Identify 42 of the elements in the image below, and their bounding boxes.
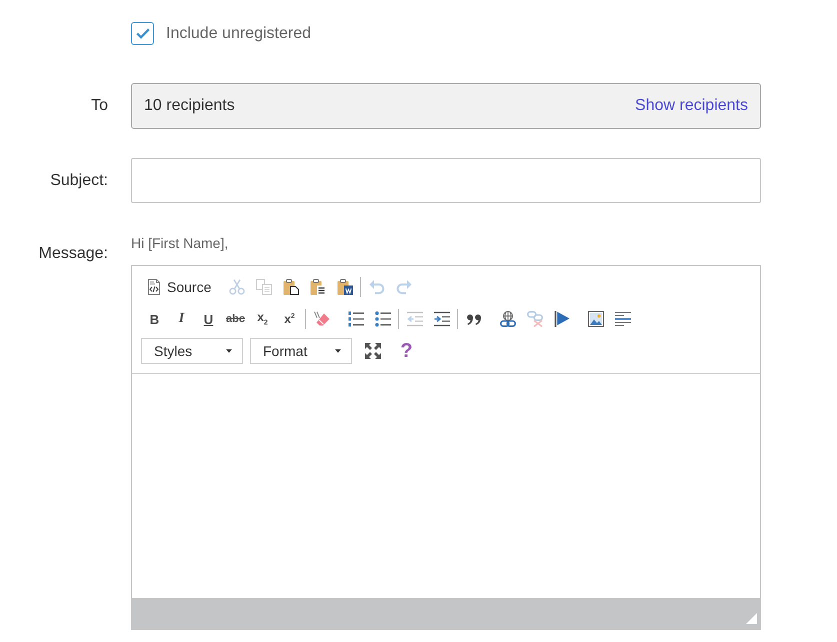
toolbar-dropdown[interactable]: Styles (141, 338, 243, 364)
subject-input[interactable] (131, 158, 761, 203)
subscript-button[interactable]: x$_{2}$ (249, 306, 276, 332)
redo-icon (396, 279, 412, 295)
message-label: Message: (38, 244, 108, 264)
recipient-count: 10 recipients (144, 97, 235, 115)
show-recipients-link[interactable]: Show recipients (635, 97, 748, 115)
expand-arrows-icon (364, 343, 380, 359)
help-button[interactable]: ? (393, 338, 420, 364)
bulleted-list-icon (374, 311, 390, 327)
resize-handle-icon[interactable] (746, 613, 757, 624)
superscript-button[interactable]: x$^{2}$ (276, 306, 303, 332)
numbered-list-icon (348, 311, 364, 327)
picture-icon (588, 311, 604, 327)
clipboard-icon (282, 279, 299, 295)
bold-button[interactable]: B (141, 306, 168, 332)
clipboard-document-icon (336, 279, 353, 295)
clipboard-lines-icon (310, 279, 326, 295)
undo-icon (368, 279, 385, 295)
document-code-icon (146, 279, 162, 295)
text-lines-icon (614, 311, 630, 327)
subject-label: Subject: (49, 172, 108, 190)
italic-button[interactable]: I (168, 306, 195, 332)
flag-icon (554, 311, 570, 327)
caret-icon (226, 349, 232, 353)
checkbox-label: Include unregistered (166, 24, 311, 42)
outdent-icon (406, 311, 422, 327)
globe-chain-icon (500, 311, 516, 327)
underline-button[interactable]: U (195, 306, 222, 332)
checkmark-icon (136, 28, 150, 39)
toolbar-dropdown[interactable]: Format (250, 338, 352, 364)
broken-chain-icon (526, 311, 542, 327)
eraser-icon (314, 311, 330, 327)
copy-icon (256, 279, 272, 295)
strikethrough-button[interactable]: abc (222, 306, 249, 332)
greeting-text: Hi [First Name], (131, 234, 228, 253)
caret-icon (335, 349, 341, 353)
indent-icon (434, 311, 450, 327)
scissors-icon (228, 279, 245, 295)
checkbox[interactable] (131, 22, 154, 45)
to-label: To (90, 97, 108, 115)
source-button[interactable]: Source (141, 274, 216, 300)
